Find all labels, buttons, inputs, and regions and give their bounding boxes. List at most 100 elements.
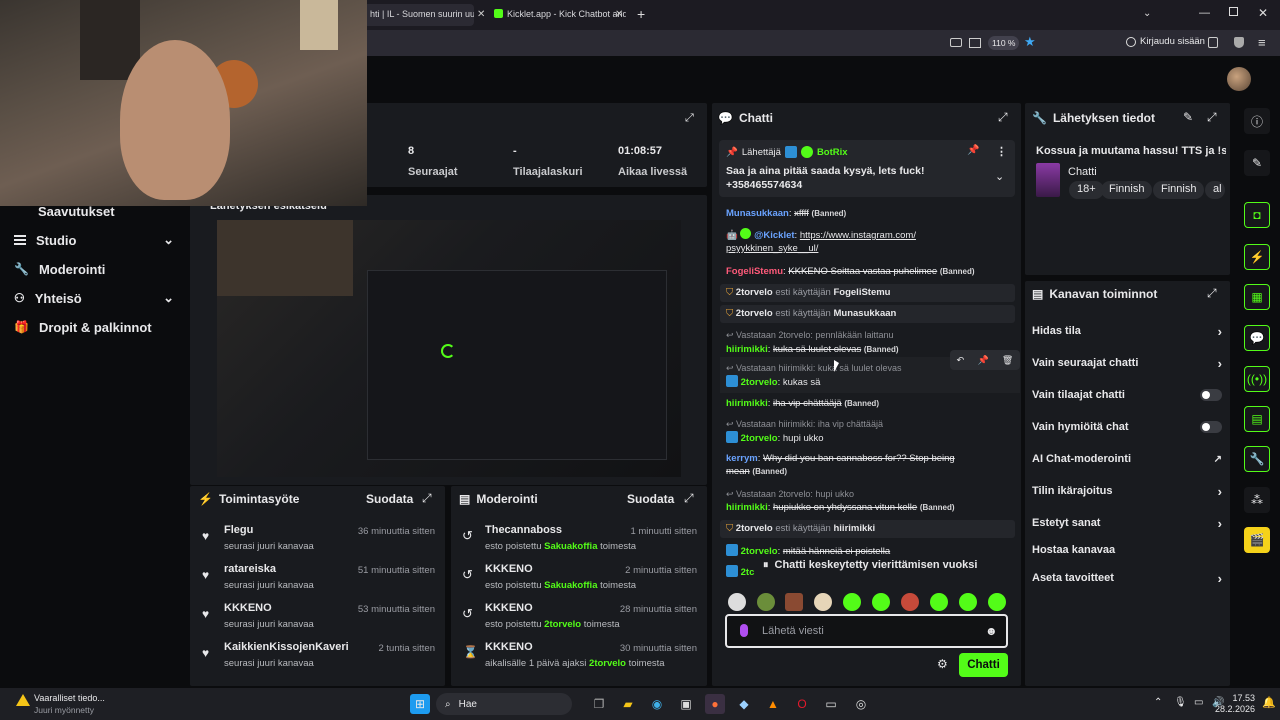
unpin-icon[interactable]: 📌	[967, 145, 979, 156]
chat-username[interactable]: @Kicklet	[754, 230, 794, 241]
chat-username[interactable]: hiirimikki	[726, 502, 768, 513]
reader-view-icon[interactable]	[969, 38, 981, 48]
close-icon[interactable]: ✕	[477, 9, 485, 20]
mod-actor[interactable]: 2torvelo	[589, 658, 626, 669]
windows-start-icon[interactable]: ⊞	[410, 694, 430, 714]
emote[interactable]	[959, 593, 977, 611]
close-icon[interactable]: ✕	[615, 9, 623, 20]
obs-icon[interactable]: ◎	[851, 694, 871, 714]
sys-target[interactable]: FogeliStemu	[833, 287, 890, 298]
activity-filter-button[interactable]: Suodata	[366, 492, 413, 506]
store-icon[interactable]: ▣	[676, 694, 696, 714]
chat-username[interactable]: FogeliStemu	[726, 266, 783, 277]
popout-icon[interactable]: ⤢	[998, 110, 1008, 125]
menu-icon[interactable]: ≡	[1258, 35, 1266, 50]
pinned-user[interactable]: BotRix	[817, 147, 848, 158]
action-banned-words[interactable]: Estetyt sanat ›	[1032, 514, 1222, 532]
sidebar-item-studio[interactable]: Studio ⌄	[14, 229, 174, 251]
more-icon[interactable]: ⋮	[996, 145, 1007, 158]
emoji-icon[interactable]: ☻	[985, 624, 998, 638]
microphone-icon[interactable]	[740, 624, 748, 637]
sys-actor[interactable]: 2torvelo	[736, 287, 773, 298]
emote[interactable]	[901, 593, 919, 611]
chevron-down-icon[interactable]: ⌄	[1143, 8, 1151, 19]
camera-icon[interactable]: ◘	[1244, 202, 1270, 228]
pin-icon[interactable]: 📌	[977, 355, 988, 366]
emote[interactable]	[757, 593, 775, 611]
popout-icon[interactable]: ⤢	[684, 491, 694, 506]
notification-toast[interactable]: Vaaralliset tiedo... Juuri myönnetty	[14, 692, 174, 718]
mod-actor[interactable]: 2torvelo	[544, 619, 581, 630]
file-explorer-icon[interactable]: ▰	[618, 694, 638, 714]
action-set-goals[interactable]: Aseta tavoitteet ›	[1032, 569, 1222, 587]
clock[interactable]: 17.53 28.2.2026	[1215, 693, 1255, 715]
browser-tab[interactable]: hti | IL - Suomen suurin uu	[362, 4, 474, 26]
chat-username[interactable]: 2tc	[741, 567, 755, 578]
chevron-up-icon[interactable]: ⌃	[1154, 697, 1162, 708]
layout-icon[interactable]: ▤	[1244, 406, 1270, 432]
emote[interactable]	[988, 593, 1006, 611]
mod-actor[interactable]: Sakuakoffia	[544, 580, 597, 591]
browser-tab[interactable]: Kicklet.app - Kick Chatbot and C	[486, 4, 626, 26]
opera-icon[interactable]: O	[792, 694, 812, 714]
firefox-icon[interactable]: ●	[705, 694, 725, 714]
activity-user[interactable]: Flegu	[224, 524, 253, 536]
shield-icon[interactable]	[1234, 37, 1244, 48]
clapper-icon[interactable]: 🎬	[1244, 527, 1270, 553]
stream-preview-video[interactable]	[217, 220, 681, 477]
apps-icon[interactable]: ⁂	[1244, 487, 1270, 513]
subscribers-only-toggle[interactable]	[1200, 389, 1222, 401]
action-host-channel[interactable]: Hostaa kanavaa	[1032, 541, 1222, 559]
action-age-restriction[interactable]: Tilin ikärajoitus ›	[1032, 482, 1222, 500]
chat-username[interactable]: hiirimikki	[726, 344, 768, 355]
settings-gear-icon[interactable]: ⚙	[937, 657, 948, 671]
chevron-down-icon[interactable]: ⌄	[995, 170, 1004, 183]
delete-icon[interactable]: 🗑	[1002, 355, 1013, 366]
chat-input[interactable]: Lähetä viesti ☻	[725, 614, 1008, 648]
chat-icon[interactable]: 💬	[1244, 325, 1270, 351]
document-icon[interactable]: ▦	[1244, 284, 1270, 310]
action-followers-only[interactable]: Vain seuraajat chatti ›	[1032, 354, 1222, 372]
emotes-only-toggle[interactable]	[1200, 421, 1222, 433]
chat-username[interactable]: 2torvelo	[741, 433, 778, 444]
activity-user[interactable]: ratareiska	[224, 563, 276, 575]
pencil-icon[interactable]: ✎	[1244, 150, 1270, 176]
stream-category[interactable]: Chatti	[1068, 166, 1097, 178]
emote[interactable]	[872, 593, 890, 611]
minimize-icon[interactable]: —	[1199, 7, 1210, 19]
extension-icon[interactable]	[1208, 37, 1218, 48]
broadcast-icon[interactable]: ((•))	[1244, 366, 1270, 392]
activity-user[interactable]: KaikkienKissojenKaveri	[224, 641, 349, 653]
zoom-level[interactable]: 110 %	[988, 36, 1020, 50]
chat-username[interactable]: 2torvelo	[741, 377, 778, 388]
chat-username[interactable]: hiirimikki	[726, 398, 768, 409]
maximize-icon[interactable]	[1229, 7, 1238, 16]
chat-username[interactable]: Munasukkaan	[726, 208, 789, 219]
notification-bell-icon[interactable]: 🔔	[1262, 696, 1276, 709]
popout-icon[interactable]: ⤢	[422, 491, 432, 506]
sidebar-item-community[interactable]: ⚇ Yhteisö ⌄	[14, 287, 174, 309]
action-slow-mode[interactable]: Hidas tila ›	[1032, 322, 1222, 340]
reply-icon[interactable]: ↶	[957, 355, 965, 366]
task-view-icon[interactable]: ❐	[589, 694, 609, 714]
emote[interactable]	[843, 593, 861, 611]
vlc-icon[interactable]: ▲	[763, 694, 783, 714]
edit-icon[interactable]: ✎	[1183, 110, 1193, 124]
sidebar-item-moderation[interactable]: 🔧 Moderointi	[14, 258, 105, 280]
avatar[interactable]	[1227, 67, 1251, 91]
taskbar-search[interactable]: ⌕ Hae	[436, 693, 572, 715]
mod-target[interactable]: Thecannaboss	[485, 524, 562, 536]
sys-actor[interactable]: 2torvelo	[736, 523, 773, 534]
info-icon[interactable]: ⓘ	[1244, 108, 1270, 134]
popout-icon[interactable]: ⤢	[685, 112, 694, 125]
emote[interactable]	[785, 593, 803, 611]
microphone-tray-icon[interactable]: 🎙	[1174, 697, 1187, 708]
sidebar-item-drops[interactable]: 🎁 Dropit & palkinnot	[14, 316, 152, 338]
sys-target[interactable]: Munasukkaan	[833, 308, 896, 319]
send-chat-button[interactable]: Chatti	[959, 653, 1008, 677]
chat-link[interactable]: https://www.instagram.com/	[800, 230, 916, 241]
window-close-icon[interactable]: ✕	[1258, 6, 1268, 20]
chat-username[interactable]: kerrym	[726, 453, 758, 464]
chat-link[interactable]: psyykkinen_syke__ul/	[726, 243, 818, 254]
mod-target[interactable]: KKKENO	[485, 563, 533, 575]
